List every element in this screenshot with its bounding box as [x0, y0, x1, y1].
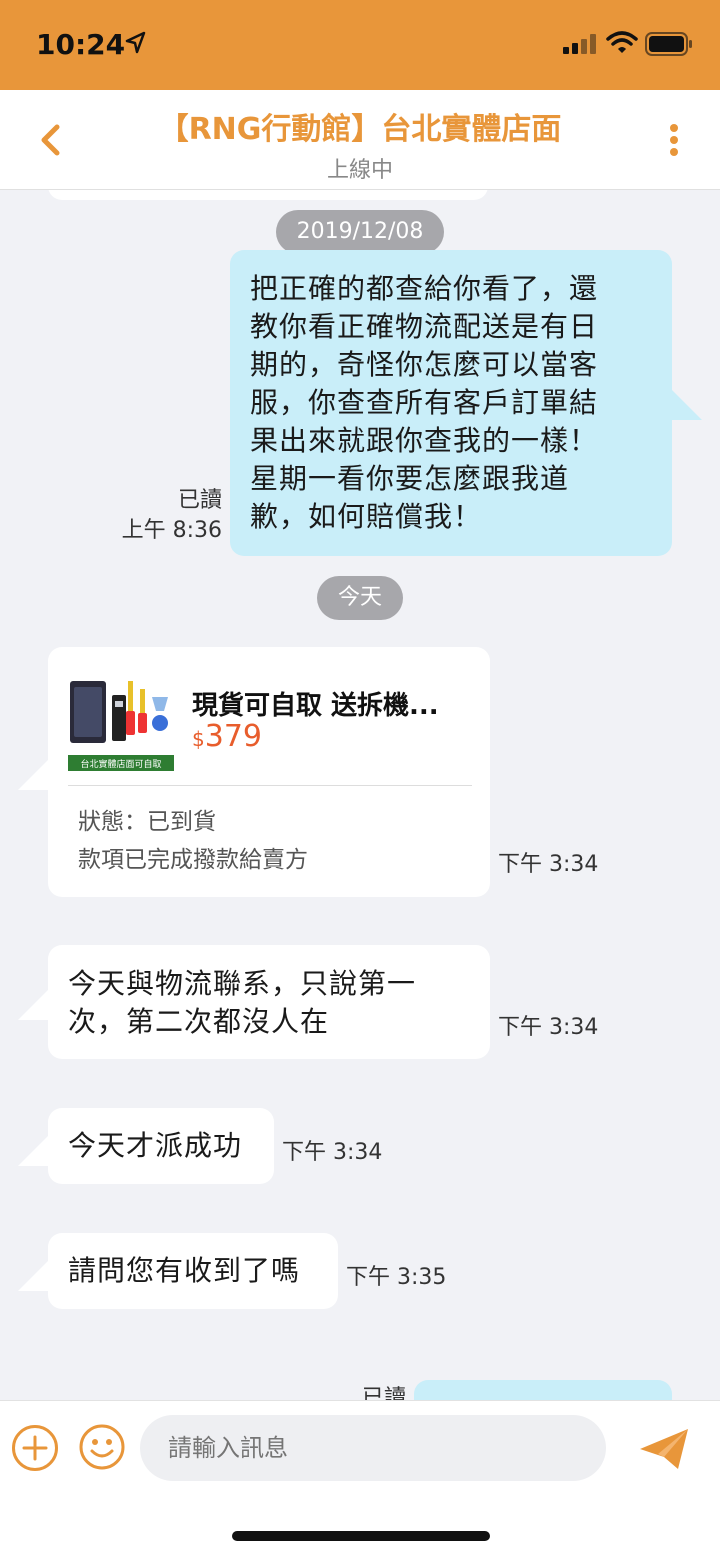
message-line: 期的，奇怪你怎麼可以當客 [250, 348, 599, 381]
phone-battery-kit-image: 台北實體店面可自取 [68, 681, 174, 771]
bubble-tail [18, 1259, 50, 1291]
shop-name[interactable]: 【RNG行動館】台北實體店面 [0, 104, 720, 148]
product-price: $379 [192, 719, 262, 754]
bubble-tail [18, 1134, 50, 1166]
payment-status: 款項已完成撥款給賣方 [78, 847, 308, 873]
online-status: 上線中 [326, 158, 393, 183]
message-line: 次，第二次都沒人在 [68, 1005, 330, 1038]
message-time: 下午 3:35 [346, 1265, 447, 1290]
emoji-icon[interactable] [78, 1423, 126, 1471]
divider [68, 785, 472, 786]
status-time: 10:24 [36, 28, 126, 61]
outgoing-message[interactable]: 把正確的都查給你看了，還 教你看正確物流配送是有日 期的，奇怪你怎麼可以當客 服… [230, 250, 672, 556]
message-time: 下午 3:34 [498, 1015, 599, 1040]
incoming-message[interactable]: 今天才派成功 [48, 1108, 274, 1184]
message-input-bar [0, 1400, 720, 1559]
message-time: 下午 3:34 [498, 852, 599, 877]
message-line: 服，你查查所有客戶訂單結 [250, 386, 599, 419]
battery-icon [645, 32, 692, 56]
message-line: 星期一看你要怎麼跟我道 [250, 462, 570, 495]
message-line: 今天與物流聯系，只說第一 [68, 967, 417, 1000]
currency-symbol: $ [192, 727, 205, 751]
chat-messages[interactable]: 2019/12/08 已讀 上午 8:36 把正確的都查給你看了，還 教你看正確… [0, 190, 720, 1400]
bubble-tail [670, 388, 702, 420]
price-amount: 379 [204, 719, 262, 754]
incoming-message[interactable]: 請問您有收到了嗎 [48, 1233, 338, 1309]
read-receipt: 已讀 [177, 488, 222, 513]
product-thumbnail: 台北實體店面可自取 [68, 677, 174, 773]
date-separator: 2019/12/08 [276, 210, 444, 254]
home-indicator [232, 1531, 490, 1541]
plus-icon [22, 1435, 48, 1461]
message-input[interactable] [140, 1415, 606, 1481]
message-line: 歉，如何賠償我！ [250, 500, 483, 533]
product-name[interactable]: 現貨可自取 送拆機... [192, 685, 482, 722]
message-line: 教你看正確物流配送是有日 [250, 310, 599, 343]
read-receipt: 已讀 [361, 1386, 406, 1400]
outgoing-message[interactable] [414, 1380, 672, 1400]
add-attachment-button[interactable] [12, 1425, 58, 1471]
message-time: 下午 3:34 [282, 1140, 383, 1165]
message-text: 請問您有收到了嗎 [68, 1254, 301, 1287]
status-bar: 10:24 [0, 0, 720, 90]
location-arrow-icon [125, 31, 146, 54]
message-line: 果出來就跟你查我的一樣！ [250, 424, 599, 457]
message-line: 把正確的都查給你看了，還 [250, 272, 599, 305]
message-time: 上午 8:36 [121, 518, 222, 543]
chat-header: 【RNG行動館】台北實體店面 上線中 [0, 90, 720, 190]
more-options-icon[interactable] [660, 120, 688, 160]
product-card[interactable]: 台北實體店面可自取 現貨可自取 送拆機... $379 狀態：已到貨 款項已完成… [48, 647, 490, 897]
delivery-status: 狀態：已到貨 [78, 809, 216, 835]
previous-message-bubble [48, 190, 488, 200]
bubble-tail [18, 988, 50, 1020]
message-text: 今天才派成功 [68, 1129, 243, 1162]
wifi-icon [606, 31, 638, 53]
send-icon[interactable] [638, 1427, 690, 1471]
bubble-tail [18, 758, 50, 790]
thumb-caption: 台北實體店面可自取 [80, 758, 161, 770]
date-separator: 今天 [317, 576, 403, 620]
signal-icon [563, 34, 596, 54]
order-status: 狀態：已到貨 款項已完成撥款給賣方 [78, 803, 308, 879]
incoming-message[interactable]: 今天與物流聯系，只說第一 次，第二次都沒人在 [48, 945, 490, 1059]
